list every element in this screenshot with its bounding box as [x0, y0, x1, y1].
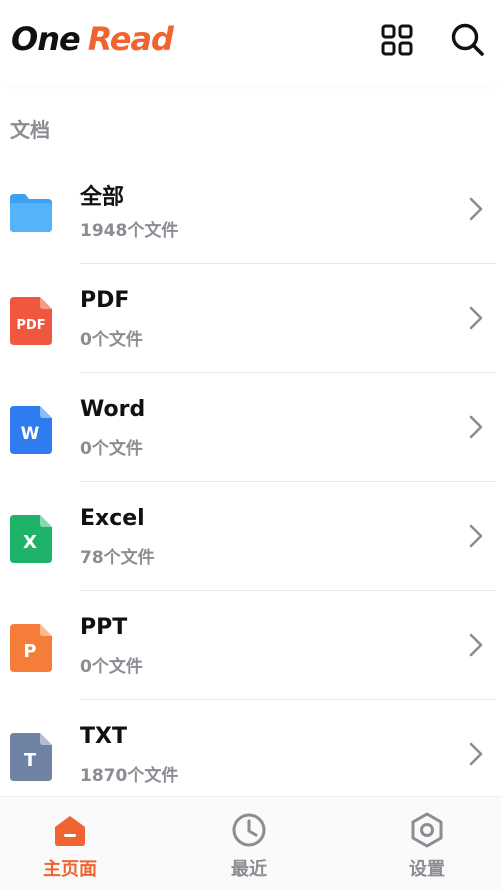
item-count: 0个文件	[80, 657, 143, 677]
item-title: Word	[80, 397, 146, 422]
item-title: Excel	[80, 506, 145, 531]
item-title: PDF	[80, 288, 130, 313]
item-count: 78个文件	[80, 548, 155, 568]
logo-read: Read	[87, 20, 174, 58]
item-count: 1870个文件	[80, 766, 179, 786]
home-icon	[55, 816, 85, 846]
nav-item-recent[interactable]: 最近	[179, 797, 319, 890]
list-item-all[interactable]: 全部 1948个文件	[0, 155, 501, 264]
word-icon-label: W	[21, 424, 40, 444]
search-button[interactable]	[448, 20, 488, 60]
nav-item-home[interactable]: 主页面	[0, 797, 140, 890]
logo-one: One	[11, 20, 81, 58]
pdf-icon: PDF	[10, 297, 52, 345]
item-title: 全部	[80, 185, 125, 210]
excel-icon: X	[10, 515, 52, 563]
ppt-icon: P	[10, 624, 52, 672]
nav-item-settings[interactable]: 设置	[357, 797, 497, 890]
app-header: One Read	[0, 0, 501, 84]
list-item-pdf[interactable]: PDF PDF 0个文件	[0, 264, 501, 373]
grid-view-button[interactable]	[377, 20, 417, 60]
excel-icon-label: X	[23, 532, 37, 553]
item-title: PPT	[80, 615, 128, 640]
item-count: 0个文件	[80, 330, 143, 350]
grid-icon	[381, 24, 413, 56]
item-title: TXT	[80, 724, 127, 749]
settings-hexagon-icon	[411, 812, 443, 848]
list-item-word[interactable]: W Word 0个文件	[0, 373, 501, 482]
list-item-excel[interactable]: X Excel 78个文件	[0, 482, 501, 591]
item-count: 1948个文件	[80, 221, 179, 241]
app-root: One Read 文档 全部 1948个文件 PDF PDF 0个文件 W Wo…	[0, 0, 501, 890]
chevron-right-icon	[469, 742, 483, 766]
search-icon	[451, 23, 484, 56]
section-title-documents: 文档	[10, 118, 50, 142]
word-icon: W	[10, 406, 52, 454]
nav-label-home: 主页面	[43, 859, 97, 880]
chevron-right-icon	[469, 306, 483, 330]
chevron-right-icon	[469, 197, 483, 221]
list-item-ppt[interactable]: P PPT 0个文件	[0, 591, 501, 700]
pdf-icon-label: PDF	[16, 318, 45, 333]
clock-icon	[232, 813, 266, 847]
item-count: 0个文件	[80, 439, 143, 459]
txt-icon-label: T	[24, 750, 37, 771]
chevron-right-icon	[469, 415, 483, 439]
nav-label-settings: 设置	[409, 859, 445, 880]
file-category-list: 全部 1948个文件 PDF PDF 0个文件 W Word 0个文件 X Ex…	[0, 155, 501, 809]
chevron-right-icon	[469, 633, 483, 657]
chevron-right-icon	[469, 524, 483, 548]
folder-icon	[10, 194, 52, 232]
txt-icon: T	[10, 733, 52, 781]
list-item-txt[interactable]: T TXT 1870个文件	[0, 700, 501, 809]
app-logo: One Read	[11, 17, 174, 61]
bottom-nav: 主页面 最近 设置	[0, 796, 501, 890]
nav-label-recent: 最近	[231, 859, 267, 880]
ppt-icon-label: P	[23, 641, 36, 662]
